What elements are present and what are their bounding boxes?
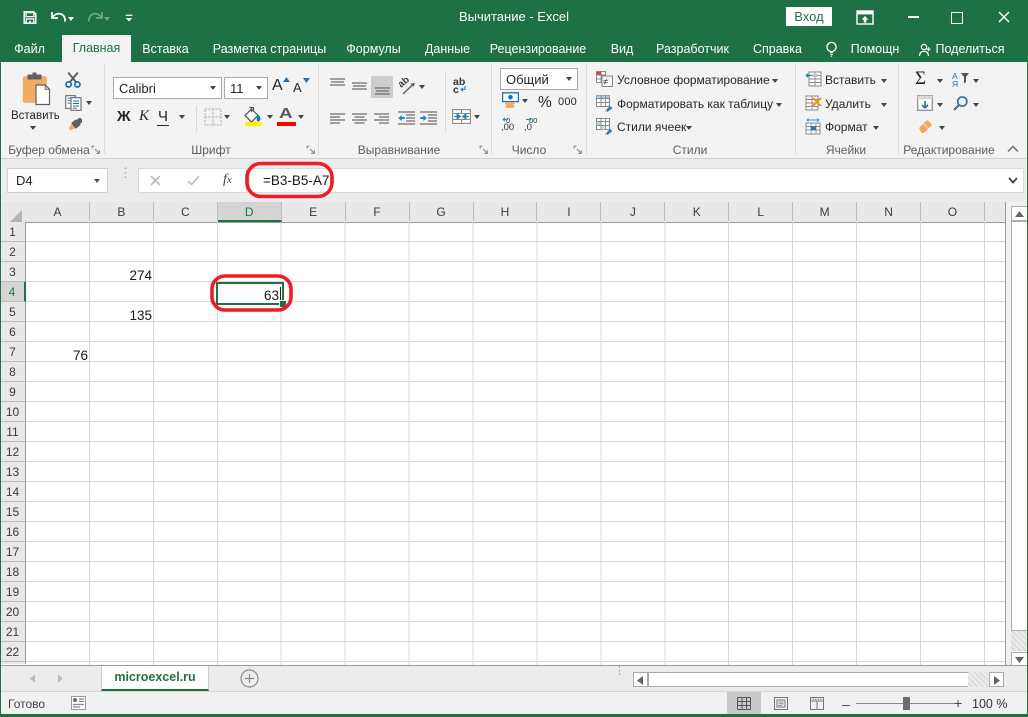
svg-text:Я: Я [952,79,958,87]
svg-text:ab: ab [399,78,412,90]
svg-text:c: c [453,84,459,93]
svg-text:0: 0 [506,116,510,125]
svg-text:≠: ≠ [603,77,608,87]
